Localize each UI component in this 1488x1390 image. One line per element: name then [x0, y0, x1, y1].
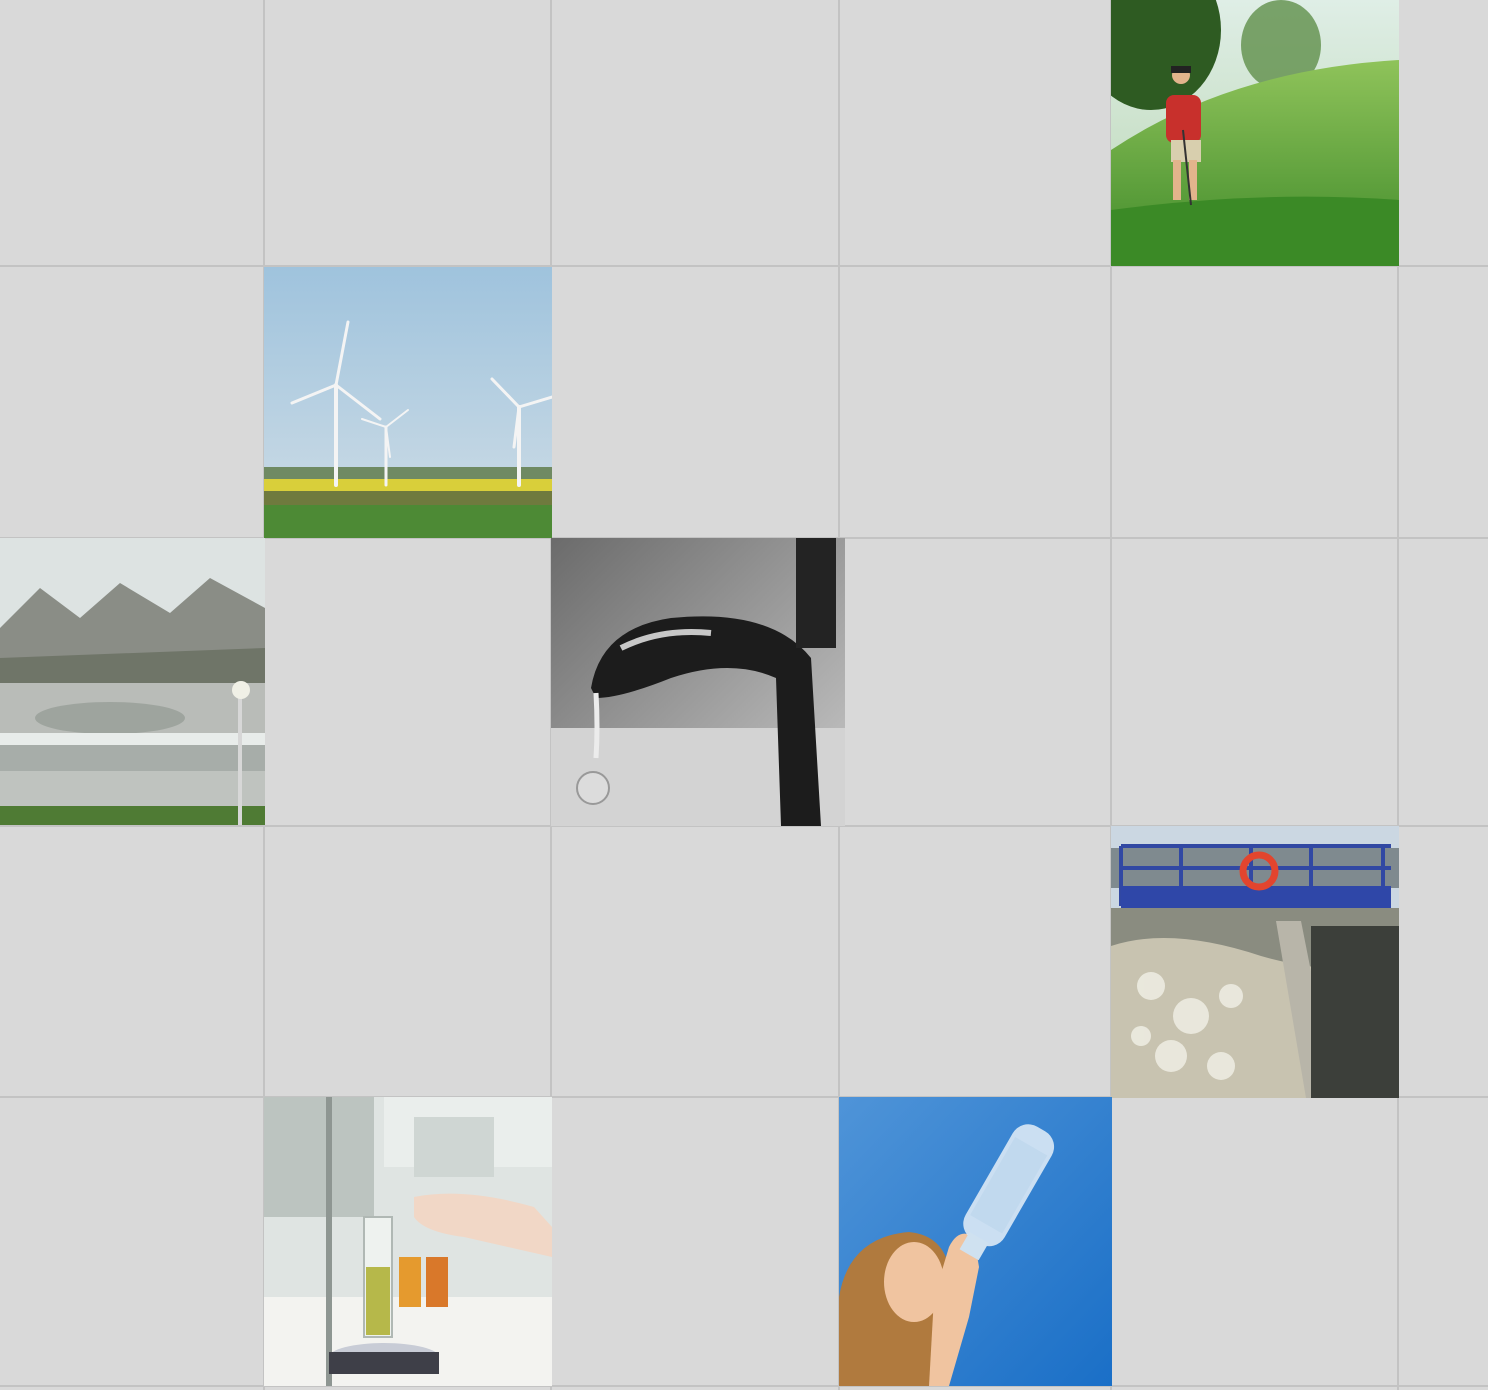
water-treatment-plant-photo[interactable] [0, 538, 265, 825]
aeration-tank-photo[interactable] [1111, 826, 1399, 1098]
grid-divider [0, 1385, 1488, 1387]
golf-putting-photo[interactable] [1111, 0, 1399, 266]
woman-drinking-water-photo[interactable] [839, 1097, 1112, 1386]
wind-turbines-photo[interactable] [264, 267, 552, 538]
dripping-tap-photo[interactable] [551, 538, 845, 826]
laboratory-beaker-photo[interactable] [264, 1097, 552, 1386]
